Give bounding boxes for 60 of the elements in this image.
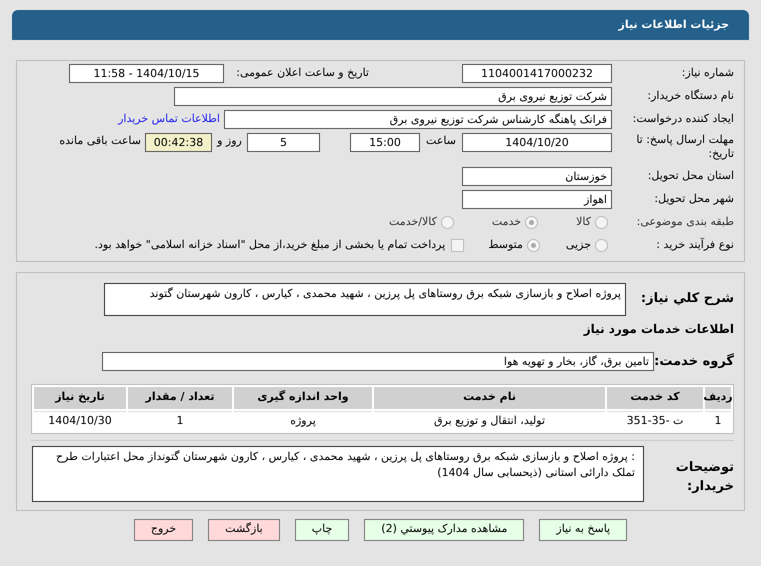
field-label: ساعت <box>425 133 457 149</box>
text-field[interactable]: 1404/10/15 - 11:58 <box>69 64 224 83</box>
text-field[interactable]: 1104001417000232 <box>462 64 612 83</box>
radio-label: جزیی <box>566 237 591 254</box>
radio-label: متوسط <box>488 237 523 254</box>
text-field[interactable]: خوزستان <box>462 167 612 186</box>
action-button[interactable]: مشاهده مدارک پیوستي (2) <box>364 518 524 540</box>
radio-button[interactable] <box>595 239 608 252</box>
column-header: واحد اندازه گیری <box>234 386 372 408</box>
text-field[interactable]: فرانک پاهنگه کارشناس شرکت توزیع نیروی برق <box>224 110 612 129</box>
radio-button[interactable] <box>525 216 538 229</box>
radio-button[interactable] <box>440 216 454 229</box>
countdown-field[interactable]: 00:42:38 <box>145 133 212 152</box>
column-header: ردیف <box>705 386 731 408</box>
radio-button[interactable] <box>526 239 540 252</box>
action-button[interactable]: پاسخ به نیاز <box>539 518 628 540</box>
field-label: استان محل تحویل: <box>646 168 734 184</box>
column-header: کد خدمت <box>607 386 703 408</box>
field-label: شرح کلي نياز: <box>640 290 734 308</box>
radio-label: کالا/خدمت <box>389 214 437 230</box>
field-label: ایجاد کننده درخواست: <box>632 111 734 128</box>
radio-label: خدمت <box>492 214 522 230</box>
table-cell: تولید، انتقال و توزیع برق <box>374 410 605 430</box>
table-cell: 1 <box>705 410 731 430</box>
column-header: تاریخ نیاز <box>34 386 126 408</box>
action-button[interactable]: بازگشت <box>208 518 280 540</box>
field-label: مهلت ارسال پاسخ: تا تاریخ: <box>635 133 734 161</box>
description-textarea[interactable]: پروژه اصلاح و بازسازی شبکه برق روستاهای پل پرزین ، شهید محمدی ، کیارس ، کارون شهرستان گتوند <box>104 283 626 316</box>
action-button[interactable]: چاپ <box>294 518 350 540</box>
action-button[interactable]: خروج <box>134 518 194 540</box>
text-field[interactable]: شرکت توزیع نیروی برق <box>174 87 612 106</box>
field-label: شهر محل تحویل: <box>653 191 734 208</box>
field-label: نوع فرآیند خرید : <box>655 237 734 254</box>
field-label: تاریخ و ساعت اعلان عمومی: <box>235 65 369 82</box>
field-label: روز و <box>216 133 243 149</box>
checkbox-label: پرداخت تمام یا بخشی از مبلغ خرید،از محل "اسناد خزانه اسلامی" خواهد بود. <box>94 237 446 254</box>
field-label: توضیحات خریدار: <box>674 458 734 496</box>
field-label: طبقه بندی موضوعی: <box>636 214 734 230</box>
column-header: نام خدمت <box>374 386 605 408</box>
field-label: گروه خدمت: <box>654 352 734 371</box>
field-label: شماره نیاز: <box>680 65 734 82</box>
contact-link[interactable]: اطلاعات تماس خریدار <box>118 111 220 128</box>
notes-textarea[interactable]: : پروژه اصلاح و بازسازی شبکه برق روستاهای پل پرزین ، شهید محمدی ، کیارس ، کارون شهرستان گتونداز محل اعتبارات طرح تملک دارائی استانی (ذیحسابی سال 1404) <box>32 446 644 502</box>
text-field[interactable]: 1404/10/20 <box>462 133 612 152</box>
text-field[interactable]: اهواز <box>462 190 612 209</box>
table-cell: 1 <box>128 410 232 430</box>
checkbox[interactable] <box>451 239 464 252</box>
field-label: نام دستگاه خریدار: <box>646 88 734 104</box>
column-header: تعداد / مقدار <box>128 386 232 408</box>
page-header: جزئیات اطلاعات نیاز <box>12 10 749 40</box>
field-label: ساعت باقی مانده <box>59 133 141 149</box>
table-cell: ت -35-351 <box>607 410 703 430</box>
radio-label: کالا <box>576 214 591 230</box>
table-cell: 1404/10/30 <box>34 410 126 430</box>
section-heading: اطلاعات خدمات مورد نیاز <box>584 321 734 338</box>
text-field[interactable]: 5 <box>247 133 320 152</box>
text-field[interactable]: 15:00 <box>350 133 420 152</box>
radio-button[interactable] <box>595 216 608 229</box>
table-cell: پروژه <box>234 410 372 430</box>
text-field[interactable]: تامین برق، گاز، بخار و تهویه هوا <box>102 352 654 372</box>
